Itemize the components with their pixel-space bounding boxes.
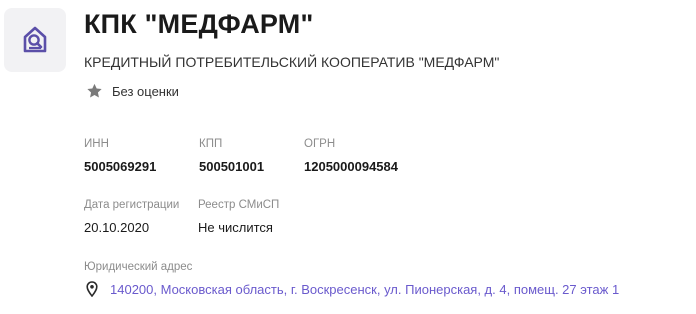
registration-date-value: 20.10.2020: [84, 220, 150, 235]
inn-field: ИНН 5005069291: [84, 138, 156, 174]
inn-label: ИНН: [84, 138, 109, 150]
inn-value: 5005069291: [84, 159, 157, 174]
smsp-registry-label: Реестр СМиСП: [198, 199, 280, 211]
rating-block[interactable]: Без оценки: [85, 82, 179, 100]
company-full-name: КРЕДИТНЫЙ ПОТРЕБИТЕЛЬСКИЙ КООПЕРАТИВ "МЕ…: [84, 54, 500, 70]
star-icon: [87, 83, 102, 98]
rating-text: Без оценки: [112, 83, 179, 99]
kpp-label: КПП: [199, 138, 223, 150]
registration-date-label: Дата регистрации: [84, 199, 180, 211]
document-search-icon: [23, 26, 47, 53]
ogrn-value: 1205000094584: [304, 159, 398, 174]
legal-address-label: Юридический адрес: [84, 261, 193, 273]
legal-address-link[interactable]: 140200, Московская область, г. Воскресен…: [110, 282, 619, 297]
ogrn-field: ОГРН 1205000094584: [304, 138, 398, 174]
registration-date-field: Дата регистрации 20.10.2020: [84, 199, 179, 235]
smsp-registry-field: Реестр СМиСП Не числится: [198, 199, 279, 235]
ogrn-label: ОГРН: [304, 138, 336, 150]
company-short-name: КПК "МЕДФАРМ": [84, 9, 314, 39]
legal-address-row: 140200, Московская область, г. Воскресен…: [86, 281, 619, 297]
company-logo: [4, 8, 66, 72]
kpp-field: КПП 500501001: [199, 138, 264, 174]
kpp-value: 500501001: [199, 159, 265, 174]
location-pin-icon: [86, 281, 98, 297]
smsp-registry-value: Не числится: [198, 220, 273, 235]
